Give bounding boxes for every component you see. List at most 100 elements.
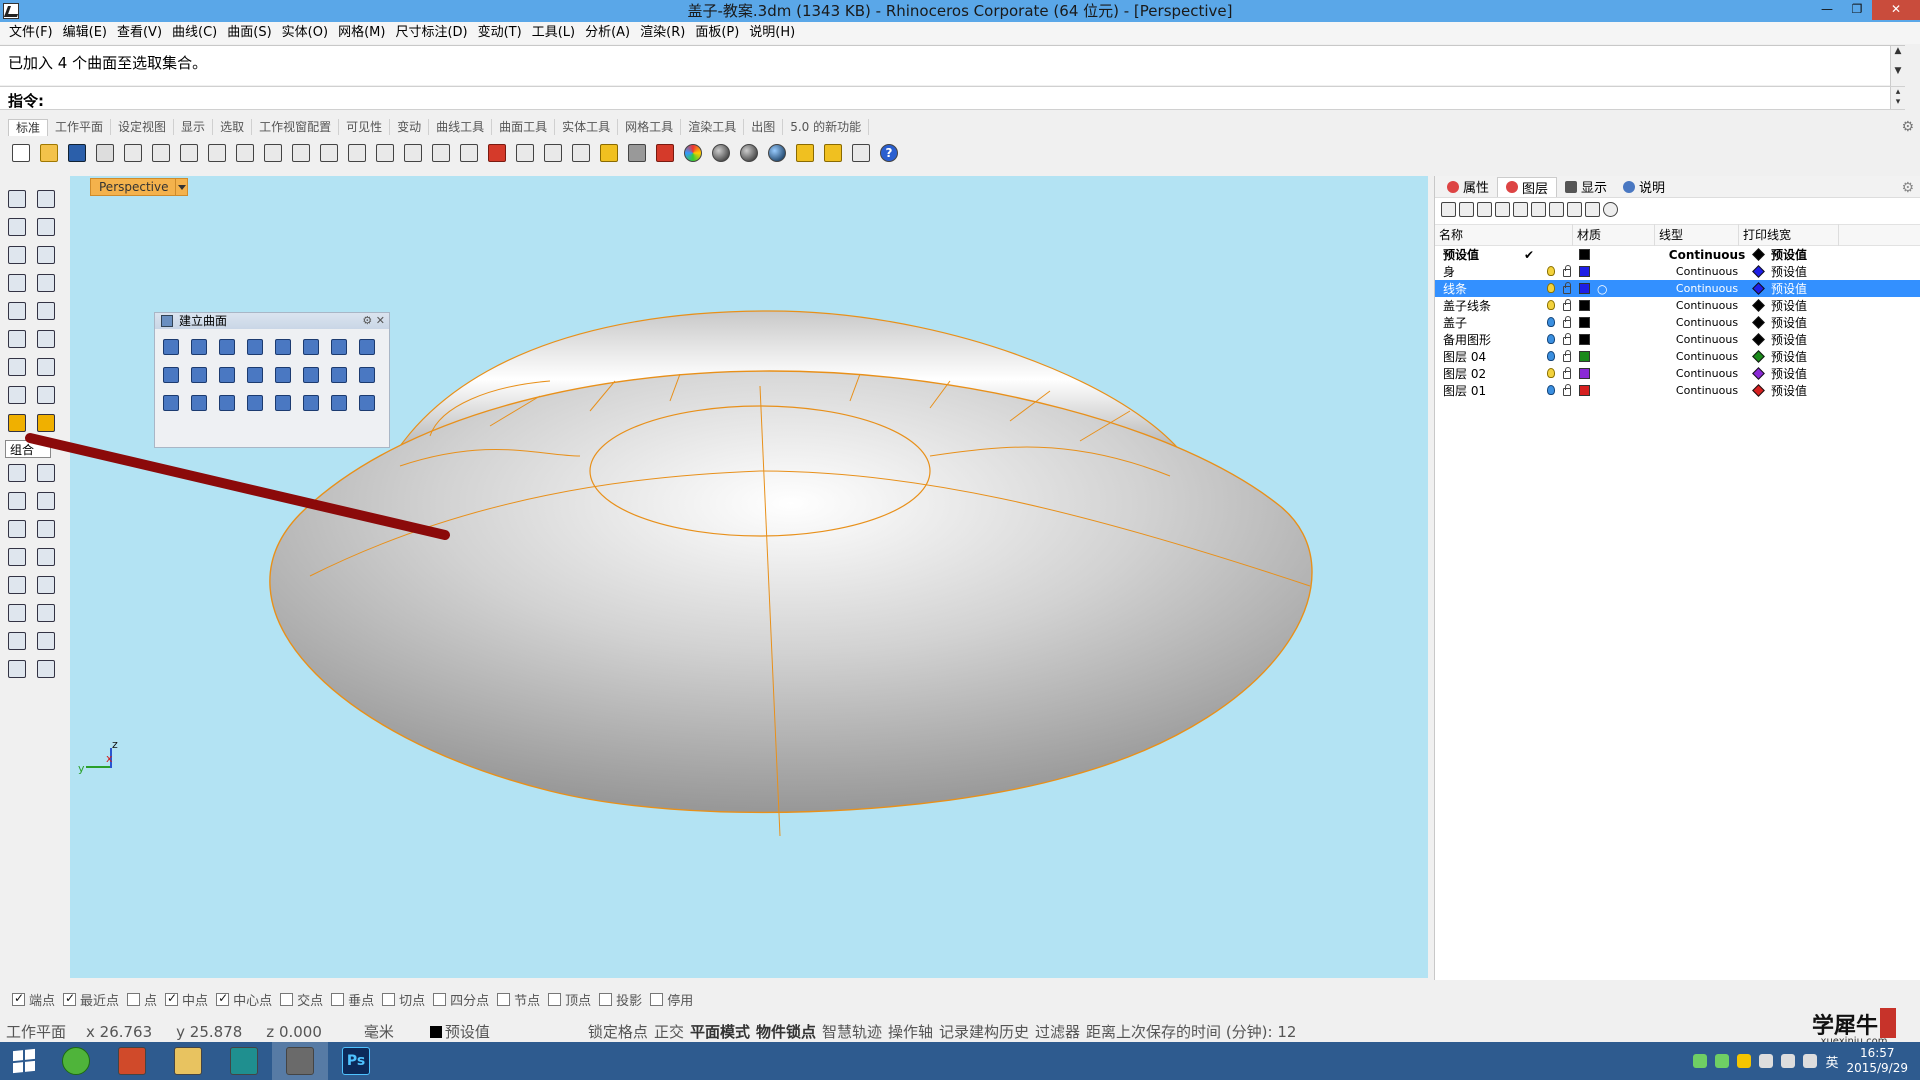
move-view-button[interactable] bbox=[288, 140, 314, 166]
extrude-button[interactable] bbox=[271, 335, 295, 359]
panel-tab[interactable]: 图层 bbox=[1497, 176, 1558, 197]
toolbar-tab[interactable]: 实体工具 bbox=[555, 119, 619, 135]
new-button[interactable] bbox=[8, 140, 34, 166]
layer-lock[interactable] bbox=[1559, 298, 1575, 313]
osnap-checkbox[interactable] bbox=[382, 992, 396, 1006]
layer-name[interactable]: 线条 bbox=[1435, 280, 1515, 297]
layer-print-width[interactable]: 预设值 bbox=[1767, 246, 1847, 263]
edge-curves-surface-button[interactable] bbox=[215, 335, 239, 359]
layer-print-color[interactable] bbox=[1749, 384, 1767, 397]
col-print-width[interactable]: 打印线宽 bbox=[1739, 224, 1839, 246]
maya-app[interactable] bbox=[216, 1042, 272, 1080]
fillet-curve-tool[interactable] bbox=[33, 298, 59, 324]
layer-print-color[interactable] bbox=[1749, 299, 1767, 312]
revolve-button[interactable] bbox=[215, 363, 239, 387]
help-button[interactable] bbox=[876, 140, 902, 166]
layer-color[interactable] bbox=[1575, 334, 1593, 345]
status-toggle[interactable]: 锁定格点 bbox=[582, 1021, 648, 1042]
zoom-selected-button[interactable] bbox=[400, 140, 426, 166]
options-gear-button[interactable] bbox=[820, 140, 846, 166]
status-toggle[interactable]: 平面模式 bbox=[684, 1021, 750, 1042]
toolbar-tab[interactable]: 可见性 bbox=[339, 119, 391, 135]
layer-name[interactable]: 盖子线条 bbox=[1435, 297, 1515, 314]
sphere-button[interactable] bbox=[187, 335, 211, 359]
layer-linetype[interactable]: Continuous bbox=[1665, 333, 1749, 346]
layer-name[interactable]: 图层 04 bbox=[1435, 348, 1515, 365]
status-toggle[interactable]: 操作轴 bbox=[882, 1021, 933, 1042]
layer-visibility[interactable] bbox=[1543, 282, 1559, 296]
layer-states-icon[interactable] bbox=[1567, 201, 1582, 217]
menu-item[interactable]: 渲染(R) bbox=[635, 22, 690, 44]
layer-linetype[interactable]: Continuous bbox=[1665, 282, 1749, 295]
zoom-extents-button[interactable] bbox=[372, 140, 398, 166]
curve-tool[interactable] bbox=[33, 214, 59, 240]
explode-tool[interactable] bbox=[33, 410, 59, 436]
osnap-toggle[interactable]: 交点 bbox=[280, 990, 323, 1009]
tools-icon[interactable] bbox=[1585, 201, 1600, 217]
menu-item[interactable]: 网格(M) bbox=[333, 22, 390, 44]
material-tool[interactable] bbox=[33, 656, 59, 682]
layer-row[interactable]: 盖子 Continuous 预设值 bbox=[1435, 314, 1920, 331]
layer-row[interactable]: 图层 02 Continuous 预设值 bbox=[1435, 365, 1920, 382]
osnap-toggle[interactable]: 端点 bbox=[12, 990, 55, 1009]
move-parent-icon[interactable] bbox=[1531, 201, 1546, 217]
point-tool[interactable] bbox=[33, 186, 59, 212]
layer-print-width[interactable]: 预设值 bbox=[1767, 382, 1847, 399]
osnap-checkbox[interactable] bbox=[127, 992, 141, 1006]
layer-lock[interactable] bbox=[1559, 349, 1575, 364]
layer-lock[interactable] bbox=[1559, 281, 1575, 296]
hide-button[interactable] bbox=[512, 140, 538, 166]
layer-print-width[interactable]: 预设值 bbox=[1767, 263, 1847, 280]
toolbar-tab[interactable]: 网格工具 bbox=[618, 119, 682, 135]
osnap-checkbox[interactable] bbox=[497, 992, 511, 1006]
toolbar-tab[interactable]: 5.0 的新功能 bbox=[783, 119, 870, 135]
select-tool[interactable] bbox=[4, 186, 30, 212]
rhino-app[interactable] bbox=[272, 1042, 328, 1080]
close-button[interactable]: ✕ bbox=[1872, 0, 1920, 20]
panel-options-gear-icon[interactable]: ⚙ bbox=[1901, 180, 1914, 196]
array-tool[interactable] bbox=[4, 544, 30, 570]
command-line-scrollbar[interactable]: ▴ ▾ bbox=[1890, 87, 1905, 109]
copy-button[interactable] bbox=[176, 140, 202, 166]
layer-color[interactable] bbox=[1575, 249, 1593, 260]
layer-current-check[interactable]: ✔ bbox=[1515, 248, 1543, 262]
save-button[interactable] bbox=[64, 140, 90, 166]
check-tool[interactable] bbox=[33, 628, 59, 654]
sweep2-button[interactable] bbox=[187, 363, 211, 387]
lock-button[interactable] bbox=[624, 140, 650, 166]
rail-sweep2-button[interactable] bbox=[243, 391, 267, 415]
show-button[interactable] bbox=[540, 140, 566, 166]
osnap-checkbox[interactable] bbox=[216, 991, 230, 1006]
layer-linetype[interactable]: Continuous bbox=[1665, 367, 1749, 380]
rail-revolve-button[interactable] bbox=[243, 363, 267, 387]
tray-app2-icon[interactable] bbox=[1737, 1054, 1752, 1068]
solid-cube-tool[interactable] bbox=[4, 572, 30, 598]
ellipse-tool[interactable] bbox=[4, 298, 30, 324]
layer-visibility[interactable] bbox=[1543, 316, 1559, 330]
osnap-toggle[interactable]: 点 bbox=[127, 990, 157, 1009]
viewport-menu-chevron-down-icon[interactable] bbox=[174, 179, 187, 195]
loft-button[interactable] bbox=[299, 335, 323, 359]
layer-linetype[interactable]: Continuous bbox=[1665, 350, 1749, 363]
light-button[interactable] bbox=[596, 140, 622, 166]
mirror-tool[interactable] bbox=[33, 544, 59, 570]
layer-visibility[interactable] bbox=[1543, 299, 1559, 313]
col-name[interactable]: 名称 bbox=[1435, 224, 1573, 246]
trim-tool[interactable] bbox=[4, 488, 30, 514]
osnap-toggle[interactable]: 中点 bbox=[165, 990, 208, 1009]
sweep1-button[interactable] bbox=[159, 363, 183, 387]
flyout-controls[interactable]: ⚙ ✕ bbox=[362, 313, 385, 329]
osnap-toggle[interactable]: 垂点 bbox=[331, 990, 374, 1009]
shell-tool[interactable] bbox=[4, 460, 30, 486]
render-sphere-button[interactable] bbox=[708, 140, 734, 166]
filter-button[interactable] bbox=[792, 140, 818, 166]
layer-button[interactable] bbox=[652, 140, 678, 166]
layer-row[interactable]: 图层 04 Continuous 预设值 bbox=[1435, 348, 1920, 365]
color-wheel-button[interactable] bbox=[680, 140, 706, 166]
layer-name[interactable]: 备用图形 bbox=[1435, 331, 1515, 348]
tray-app-icon[interactable] bbox=[1693, 1054, 1708, 1068]
layer-material[interactable]: ○ bbox=[1593, 282, 1665, 296]
select-points-button[interactable] bbox=[568, 140, 594, 166]
corner-points-surface-button[interactable] bbox=[159, 335, 183, 359]
status-toggle[interactable]: 记录建构历史 bbox=[933, 1021, 1029, 1042]
